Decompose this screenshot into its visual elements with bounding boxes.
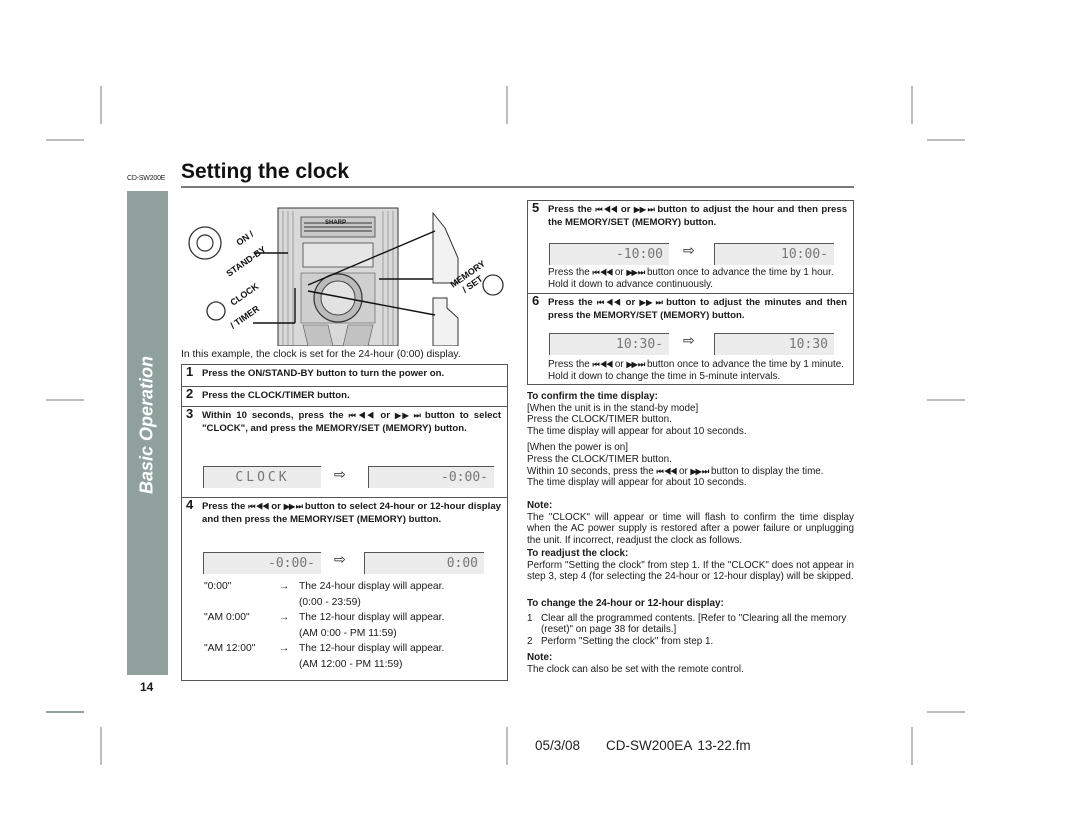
- skip-forward-icon: ▶▶ ⏭: [395, 411, 421, 420]
- skip-forward-icon: ▶▶ ⏭: [626, 268, 645, 277]
- section-label: Basic Operation: [136, 355, 157, 495]
- footer-date: 05/3/08: [535, 738, 581, 753]
- arrow-icon: ⇨: [683, 332, 695, 348]
- crop-mark: [506, 727, 508, 765]
- section-heading: To readjust the clock:: [527, 548, 629, 559]
- arrow-icon: ⇨: [683, 242, 695, 258]
- step-5-note: Press the ⏮ ◀◀ or ▶▶ ⏭ button once to ad…: [548, 267, 834, 290]
- lcd-display-flashing-time: -0:00-: [368, 466, 494, 488]
- section-heading: Note:: [527, 652, 553, 663]
- crop-mark: [46, 399, 84, 401]
- crop-mark: [506, 86, 508, 124]
- skip-back-icon: ⏮ ◀◀: [595, 205, 618, 214]
- steps-1-4-box: 1 Press the ON/STAND-BY button to turn t…: [181, 364, 508, 681]
- on-standby-label: ON /: [234, 229, 255, 248]
- step-2: 2 Press the CLOCK/TIMER button.: [182, 386, 507, 406]
- lcd-display-time: 10:30: [714, 333, 834, 355]
- note-section: Note: The "CLOCK" will appear or time wi…: [527, 500, 854, 546]
- crop-mark: [46, 711, 84, 713]
- steps-5-6-box: 5 Press the ⏮ ◀◀ or ▶▶ ⏭ button to adjus…: [527, 200, 854, 385]
- crop-mark: [927, 399, 965, 401]
- footer: 05/3/08 CD-SW200EA 13-22.fm: [535, 738, 751, 753]
- change-display-section: To change the 24-hour or 12-hour display…: [527, 598, 854, 647]
- memory-set-button-icon: [482, 274, 504, 296]
- skip-forward-icon: ▶▶ ⏭: [639, 298, 662, 307]
- skip-forward-icon: ▶▶ ⏭: [283, 502, 303, 511]
- skip-back-icon: ⏮ ◀◀: [348, 411, 377, 420]
- illustration-caption: In this example, the clock is set for th…: [181, 349, 461, 360]
- page-title: Setting the clock: [181, 160, 350, 183]
- crop-mark: [927, 711, 965, 713]
- skip-back-icon: ⏮ ◀◀: [248, 502, 269, 511]
- skip-forward-icon: ▶▶ ⏭: [626, 360, 645, 369]
- clock-timer-button-icon: [206, 301, 226, 321]
- section-heading: To change the 24-hour or 12-hour display…: [527, 598, 724, 609]
- title-divider: [181, 186, 854, 188]
- readjust-section: To readjust the clock: Perform "Setting …: [527, 548, 854, 583]
- model-label: CD-SW200E: [127, 175, 166, 182]
- page-number: 14: [140, 680, 154, 694]
- step-6-note: Press the ⏮ ◀◀ or ▶▶ ⏭ button once to ad…: [548, 359, 845, 382]
- format-option: "AM 12:00" → The 12-hour display will ap…: [204, 643, 445, 670]
- confirm-section: To confirm the time display: [When the u…: [527, 391, 824, 489]
- change-display-list: 1 Clear all the programmed contents. [Ref…: [527, 613, 854, 648]
- step-1: 1 Press the ON/STAND-BY button to turn t…: [186, 364, 445, 379]
- arrow-icon: ⇨: [334, 466, 346, 482]
- lcd-display-flashing-minute: 10:00-: [714, 243, 834, 265]
- list-item: 2 Perform "Setting the clock" from step 1…: [527, 635, 714, 647]
- list-item: 1 Clear all the programmed contents. [Ref…: [527, 612, 847, 636]
- skip-back-icon: ⏮ ◀◀: [656, 466, 678, 476]
- crop-mark: [911, 86, 913, 124]
- crop-mark: [911, 727, 913, 765]
- lcd-display-flashing-minute: 10:30-: [549, 333, 669, 355]
- display-format-list: "0:00" → The 24-hour display will appear…: [204, 579, 504, 672]
- format-option: "0:00" → The 24-hour display will appear…: [204, 581, 445, 608]
- lcd-display-flashing-time: -0:00-: [203, 552, 321, 574]
- skip-forward-icon: ▶▶ ⏭: [690, 466, 710, 476]
- lcd-display-clock: CLOCK: [203, 466, 321, 488]
- side-panel-bottom-icon: [432, 297, 459, 346]
- format-option: "AM 0:00" → The 12-hour display will app…: [204, 612, 445, 639]
- brand-logo: SHARP: [325, 220, 346, 226]
- skip-forward-icon: ▶▶ ⏭: [633, 205, 655, 214]
- skip-back-icon: ⏮ ◀◀: [597, 298, 622, 307]
- stereo-unit-icon: SHARP: [277, 207, 399, 346]
- step-text: Press the CLOCK/TIMER button.: [202, 390, 350, 401]
- device-illustration: SHARP ON / STAND-BY CLOCK / TIMER MEMORY…: [188, 207, 504, 346]
- step-text: Press the ON/STAND-BY button to turn the…: [202, 368, 445, 379]
- section-heading: Note:: [527, 500, 553, 511]
- skip-back-icon: ⏮ ◀◀: [592, 268, 613, 277]
- clock-timer-label: CLOCK: [228, 281, 260, 308]
- section-heading: To confirm the time display:: [527, 391, 658, 402]
- footer-filename: CD-SW200EA 13-22.fm: [606, 738, 751, 753]
- skip-back-icon: ⏮ ◀◀: [592, 360, 613, 369]
- crop-mark: [100, 727, 102, 765]
- side-panel-top-icon: [432, 211, 459, 284]
- lcd-display-time: 0:00: [364, 552, 484, 574]
- remote-note-section: Note: The clock can also be set with the…: [527, 652, 744, 675]
- arrow-icon: ⇨: [334, 551, 346, 567]
- crop-mark: [927, 139, 965, 141]
- crop-mark: [100, 86, 102, 124]
- lcd-display-flashing-hour: -10:00: [549, 243, 669, 265]
- svg-text:STAND-BY: STAND-BY: [224, 244, 267, 278]
- crop-mark: [46, 139, 84, 141]
